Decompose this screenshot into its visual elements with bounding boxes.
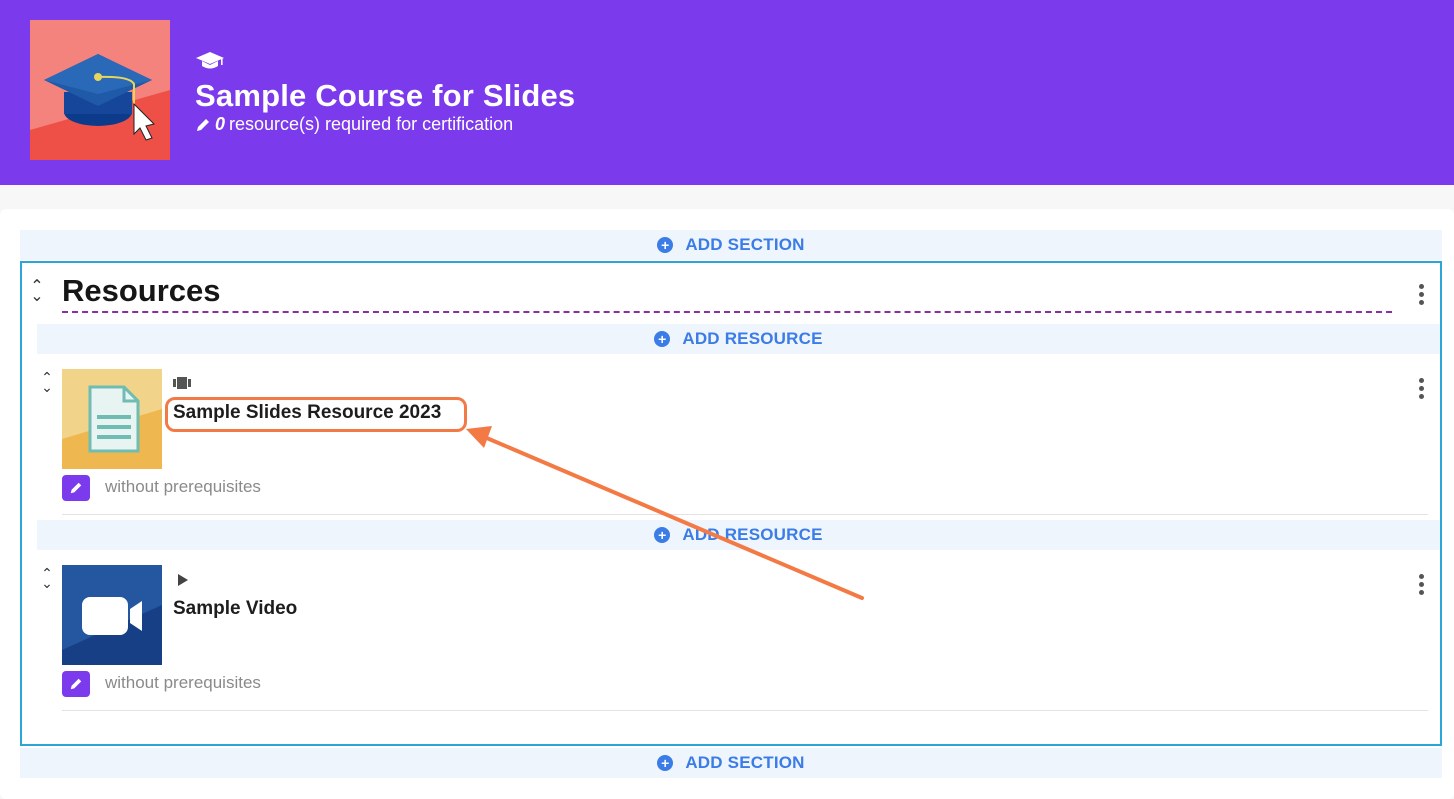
slides-thumbnail (62, 369, 162, 469)
course-meta: Sample Course for Slides 0 resource(s) r… (195, 48, 575, 135)
prerequisites-text: without prerequisites (105, 477, 261, 496)
required-text: resource(s) required for certification (229, 114, 514, 134)
edit-prerequisites-button[interactable] (62, 475, 90, 501)
certification-requirement: 0 resource(s) required for certification (195, 114, 575, 135)
required-count: 0 (215, 114, 226, 134)
plus-circle-icon: + (654, 331, 671, 347)
resource-menu-icon[interactable] (1417, 378, 1425, 399)
add-resource-button-2[interactable]: + ADD RESOURCE (37, 520, 1440, 550)
graduation-cap-icon (196, 52, 224, 69)
plus-circle-icon: + (657, 755, 674, 771)
resource-sort-handle-icon[interactable]: ⌃ ⌄ (40, 370, 54, 394)
pencil-icon (70, 678, 82, 690)
divider (62, 710, 1428, 711)
play-icon (178, 574, 188, 586)
section-menu-icon[interactable] (1417, 284, 1425, 305)
plus-circle-icon: + (657, 237, 674, 253)
pencil-icon (70, 482, 82, 494)
highlight-box (165, 397, 467, 432)
course-header: Sample Course for Slides 0 resource(s) r… (0, 0, 1454, 185)
section-sort-handle-icon[interactable]: ⌃ ⌄ (30, 279, 44, 305)
resource-title[interactable]: Sample Video (173, 598, 297, 620)
course-thumbnail (30, 20, 170, 160)
edit-prerequisites-button[interactable] (62, 671, 90, 697)
add-section-button-top[interactable]: + ADD SECTION (20, 230, 1442, 260)
slides-icon (173, 377, 191, 389)
pencil-icon[interactable] (195, 117, 211, 133)
section-title[interactable]: Resources (62, 273, 221, 309)
course-title: Sample Course for Slides (195, 78, 576, 113)
section-title-underline (62, 311, 1392, 313)
plus-circle-icon: + (654, 527, 671, 543)
resource-sort-handle-icon[interactable]: ⌃ ⌄ (40, 566, 54, 590)
divider (62, 514, 1428, 515)
add-section-button-bottom[interactable]: + ADD SECTION (20, 748, 1442, 778)
video-thumbnail (62, 565, 162, 665)
resource-menu-icon[interactable] (1417, 574, 1425, 595)
add-resource-button-1[interactable]: + ADD RESOURCE (37, 324, 1440, 354)
prerequisites-text: without prerequisites (105, 673, 261, 692)
